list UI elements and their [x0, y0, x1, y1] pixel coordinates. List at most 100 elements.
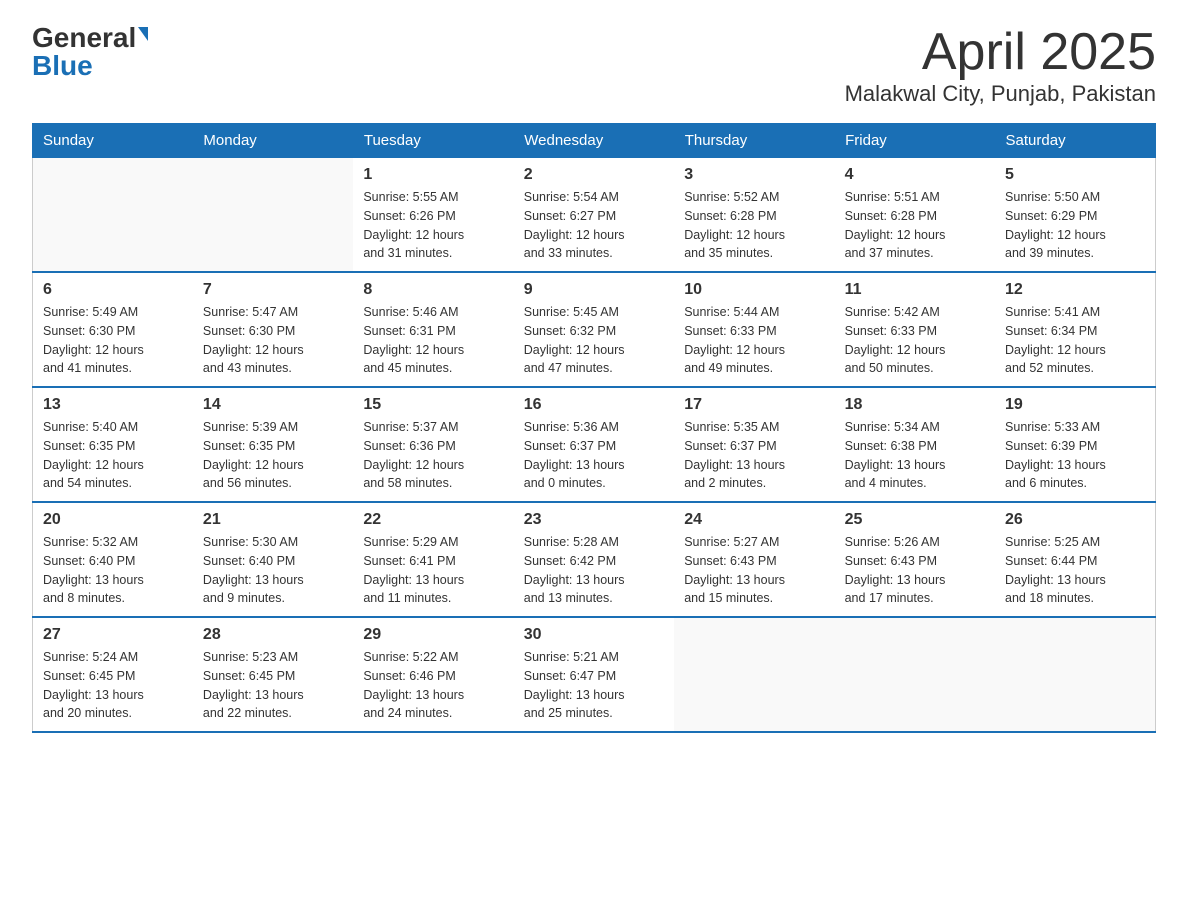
table-row: 23 Sunrise: 5:28 AMSunset: 6:42 PMDayligh…	[514, 502, 674, 617]
day-info: Sunrise: 5:22 AMSunset: 6:46 PMDaylight:…	[363, 648, 503, 723]
table-row: 30Sunrise: 5:21 AMSunset: 6:47 PMDayligh…	[514, 617, 674, 732]
table-row	[835, 617, 995, 732]
day-number: 1	[363, 166, 503, 184]
day-number: 18	[845, 396, 985, 414]
day-number: 25	[845, 511, 985, 529]
day-info: Sunrise: 5:40 AMSunset: 6:35 PMDaylight:…	[43, 418, 183, 493]
table-row: 14Sunrise: 5:39 AMSunset: 6:35 PMDayligh…	[193, 387, 353, 502]
day-number: 22	[363, 511, 503, 529]
table-row: 18Sunrise: 5:34 AMSunset: 6:38 PMDayligh…	[835, 387, 995, 502]
day-info: Sunrise: 5:44 AMSunset: 6:33 PMDaylight:…	[684, 303, 824, 378]
table-row: 2 Sunrise: 5:54 AMSunset: 6:27 PMDaylight…	[514, 158, 674, 273]
table-row: 7 Sunrise: 5:47 AMSunset: 6:30 PMDaylight…	[193, 272, 353, 387]
page-header: General Blue April 2025 Malakwal City, P…	[32, 24, 1156, 107]
col-tuesday: Tuesday	[353, 124, 513, 158]
day-number: 6	[43, 281, 183, 299]
calendar-week-row: 20 Sunrise: 5:32 AMSunset: 6:40 PMDayligh…	[33, 502, 1156, 617]
day-info: Sunrise: 5:42 AMSunset: 6:33 PMDaylight:…	[845, 303, 985, 378]
day-info: Sunrise: 5:26 AMSunset: 6:43 PMDaylight:…	[845, 533, 985, 608]
day-info: Sunrise: 5:51 AMSunset: 6:28 PMDaylight:…	[845, 188, 985, 263]
table-row: 10 Sunrise: 5:44 AMSunset: 6:33 PMDayligh…	[674, 272, 834, 387]
day-number: 23	[524, 511, 664, 529]
table-row: 9 Sunrise: 5:45 AMSunset: 6:32 PMDaylight…	[514, 272, 674, 387]
day-info: Sunrise: 5:54 AMSunset: 6:27 PMDaylight:…	[524, 188, 664, 263]
table-row: 3 Sunrise: 5:52 AMSunset: 6:28 PMDaylight…	[674, 158, 834, 273]
table-row: 20 Sunrise: 5:32 AMSunset: 6:40 PMDayligh…	[33, 502, 193, 617]
col-saturday: Saturday	[995, 124, 1155, 158]
table-row: 12Sunrise: 5:41 AMSunset: 6:34 PMDayligh…	[995, 272, 1155, 387]
col-sunday: Sunday	[33, 124, 193, 158]
day-info: Sunrise: 5:45 AMSunset: 6:32 PMDaylight:…	[524, 303, 664, 378]
table-row: 25 Sunrise: 5:26 AMSunset: 6:43 PMDayligh…	[835, 502, 995, 617]
day-info: Sunrise: 5:27 AMSunset: 6:43 PMDaylight:…	[684, 533, 824, 608]
day-number: 15	[363, 396, 503, 414]
day-number: 9	[524, 281, 664, 299]
day-number: 20	[43, 511, 183, 529]
table-row: 19Sunrise: 5:33 AMSunset: 6:39 PMDayligh…	[995, 387, 1155, 502]
day-info: Sunrise: 5:25 AMSunset: 6:44 PMDaylight:…	[1005, 533, 1145, 608]
logo: General Blue	[32, 24, 148, 80]
day-number: 27	[43, 626, 183, 644]
col-wednesday: Wednesday	[514, 124, 674, 158]
day-info: Sunrise: 5:50 AMSunset: 6:29 PMDaylight:…	[1005, 188, 1145, 263]
day-info: Sunrise: 5:36 AMSunset: 6:37 PMDaylight:…	[524, 418, 664, 493]
col-thursday: Thursday	[674, 124, 834, 158]
day-info: Sunrise: 5:47 AMSunset: 6:30 PMDaylight:…	[203, 303, 343, 378]
table-row: 5 Sunrise: 5:50 AMSunset: 6:29 PMDaylight…	[995, 158, 1155, 273]
day-number: 14	[203, 396, 343, 414]
table-row: 11 Sunrise: 5:42 AMSunset: 6:33 PMDayligh…	[835, 272, 995, 387]
day-info: Sunrise: 5:29 AMSunset: 6:41 PMDaylight:…	[363, 533, 503, 608]
days-of-week-row: Sunday Monday Tuesday Wednesday Thursday…	[33, 124, 1156, 158]
calendar-header: Sunday Monday Tuesday Wednesday Thursday…	[33, 124, 1156, 158]
table-row	[674, 617, 834, 732]
logo-blue: Blue	[32, 52, 93, 80]
day-number: 2	[524, 166, 664, 184]
day-number: 3	[684, 166, 824, 184]
day-info: Sunrise: 5:49 AMSunset: 6:30 PMDaylight:…	[43, 303, 183, 378]
logo-general: General	[32, 24, 136, 52]
day-info: Sunrise: 5:37 AMSunset: 6:36 PMDaylight:…	[363, 418, 503, 493]
calendar-week-row: 6 Sunrise: 5:49 AMSunset: 6:30 PMDaylight…	[33, 272, 1156, 387]
day-info: Sunrise: 5:30 AMSunset: 6:40 PMDaylight:…	[203, 533, 343, 608]
day-number: 4	[845, 166, 985, 184]
table-row	[995, 617, 1155, 732]
table-row: 1 Sunrise: 5:55 AMSunset: 6:26 PMDaylight…	[353, 158, 513, 273]
logo-arrow-icon	[138, 27, 148, 41]
table-row: 26 Sunrise: 5:25 AMSunset: 6:44 PMDayligh…	[995, 502, 1155, 617]
table-row: 29 Sunrise: 5:22 AMSunset: 6:46 PMDayligh…	[353, 617, 513, 732]
day-info: Sunrise: 5:33 AMSunset: 6:39 PMDaylight:…	[1005, 418, 1145, 493]
day-number: 29	[363, 626, 503, 644]
day-info: Sunrise: 5:28 AMSunset: 6:42 PMDaylight:…	[524, 533, 664, 608]
calendar-week-row: 13Sunrise: 5:40 AMSunset: 6:35 PMDayligh…	[33, 387, 1156, 502]
table-row: 6 Sunrise: 5:49 AMSunset: 6:30 PMDaylight…	[33, 272, 193, 387]
day-number: 7	[203, 281, 343, 299]
day-number: 8	[363, 281, 503, 299]
table-row: 15 Sunrise: 5:37 AMSunset: 6:36 PMDayligh…	[353, 387, 513, 502]
calendar-table: Sunday Monday Tuesday Wednesday Thursday…	[32, 123, 1156, 733]
calendar-title: April 2025	[845, 24, 1156, 81]
table-row: 4 Sunrise: 5:51 AMSunset: 6:28 PMDaylight…	[835, 158, 995, 273]
table-row: 22 Sunrise: 5:29 AMSunset: 6:41 PMDayligh…	[353, 502, 513, 617]
title-block: April 2025 Malakwal City, Punjab, Pakist…	[845, 24, 1156, 107]
table-row	[193, 158, 353, 273]
day-number: 11	[845, 281, 985, 299]
calendar-subtitle: Malakwal City, Punjab, Pakistan	[845, 81, 1156, 107]
day-number: 24	[684, 511, 824, 529]
calendar-week-row: 1 Sunrise: 5:55 AMSunset: 6:26 PMDaylight…	[33, 158, 1156, 273]
day-number: 28	[203, 626, 343, 644]
day-number: 16	[524, 396, 664, 414]
calendar-body: 1 Sunrise: 5:55 AMSunset: 6:26 PMDaylight…	[33, 158, 1156, 733]
table-row: 21Sunrise: 5:30 AMSunset: 6:40 PMDayligh…	[193, 502, 353, 617]
day-number: 12	[1005, 281, 1145, 299]
day-number: 5	[1005, 166, 1145, 184]
col-friday: Friday	[835, 124, 995, 158]
day-info: Sunrise: 5:24 AMSunset: 6:45 PMDaylight:…	[43, 648, 183, 723]
day-number: 10	[684, 281, 824, 299]
day-number: 30	[524, 626, 664, 644]
day-info: Sunrise: 5:32 AMSunset: 6:40 PMDaylight:…	[43, 533, 183, 608]
day-info: Sunrise: 5:55 AMSunset: 6:26 PMDaylight:…	[363, 188, 503, 263]
day-number: 17	[684, 396, 824, 414]
day-number: 26	[1005, 511, 1145, 529]
day-info: Sunrise: 5:52 AMSunset: 6:28 PMDaylight:…	[684, 188, 824, 263]
table-row: 24 Sunrise: 5:27 AMSunset: 6:43 PMDayligh…	[674, 502, 834, 617]
